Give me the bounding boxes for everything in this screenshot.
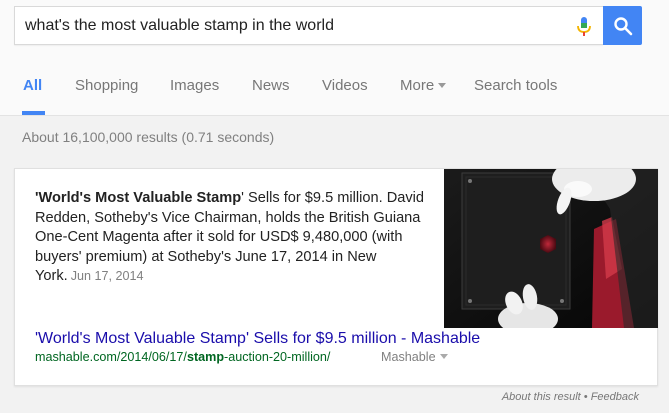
tab-news[interactable]: News	[252, 77, 290, 94]
tab-all[interactable]: All	[23, 77, 42, 94]
tab-videos[interactable]: Videos	[322, 77, 368, 94]
result-url-suffix: -auction-20-million/	[224, 350, 331, 364]
microphone-icon[interactable]	[575, 16, 593, 38]
stamp-photo-image	[444, 169, 658, 328]
result-title-link[interactable]: 'World's Most Valuable Stamp' Sells for …	[35, 330, 480, 348]
search-icon	[614, 17, 633, 36]
featured-snippet-card: 'World's Most Valuable Stamp' Sells for …	[14, 168, 658, 386]
about-this-result-link[interactable]: About this result	[502, 391, 581, 403]
snippet-date: Jun 17, 2014	[70, 269, 144, 284]
snippet-text: 'World's Most Valuable Stamp' Sells for …	[35, 189, 430, 287]
search-input[interactable]: what's the most valuable stamp in the wo…	[25, 17, 334, 35]
tab-more-label: More	[400, 77, 435, 94]
footer-separator: •	[580, 391, 591, 403]
search-tabs: All Shopping Images News Videos More Sea…	[0, 62, 669, 115]
result-footer: About this result • Feedback	[502, 391, 639, 403]
snippet-bold: 'World's Most Valuable Stamp	[35, 190, 242, 206]
result-url: mashable.com/2014/06/17/stamp-auction-20…	[35, 350, 330, 364]
result-url-prefix: mashable.com/2014/06/17/	[35, 350, 187, 364]
search-box[interactable]: what's the most valuable stamp in the wo…	[14, 6, 603, 45]
snippet-image[interactable]	[444, 169, 658, 328]
result-url-bold: stamp	[186, 350, 225, 364]
active-tab-indicator	[22, 111, 45, 115]
source-dropdown[interactable]: Mashable	[381, 350, 448, 364]
chevron-down-icon	[438, 82, 447, 88]
tab-images[interactable]: Images	[170, 77, 219, 94]
result-stats: About 16,100,000 results (0.71 seconds)	[22, 129, 275, 145]
feedback-link[interactable]: Feedback	[591, 391, 639, 403]
search-header: what's the most valuable stamp in the wo…	[0, 0, 669, 116]
tab-search-tools[interactable]: Search tools	[474, 77, 557, 94]
chevron-down-icon	[439, 354, 448, 360]
tab-more[interactable]: More	[400, 77, 447, 94]
tab-shopping[interactable]: Shopping	[75, 77, 138, 94]
source-label: Mashable	[381, 350, 436, 364]
search-button[interactable]	[603, 6, 642, 45]
